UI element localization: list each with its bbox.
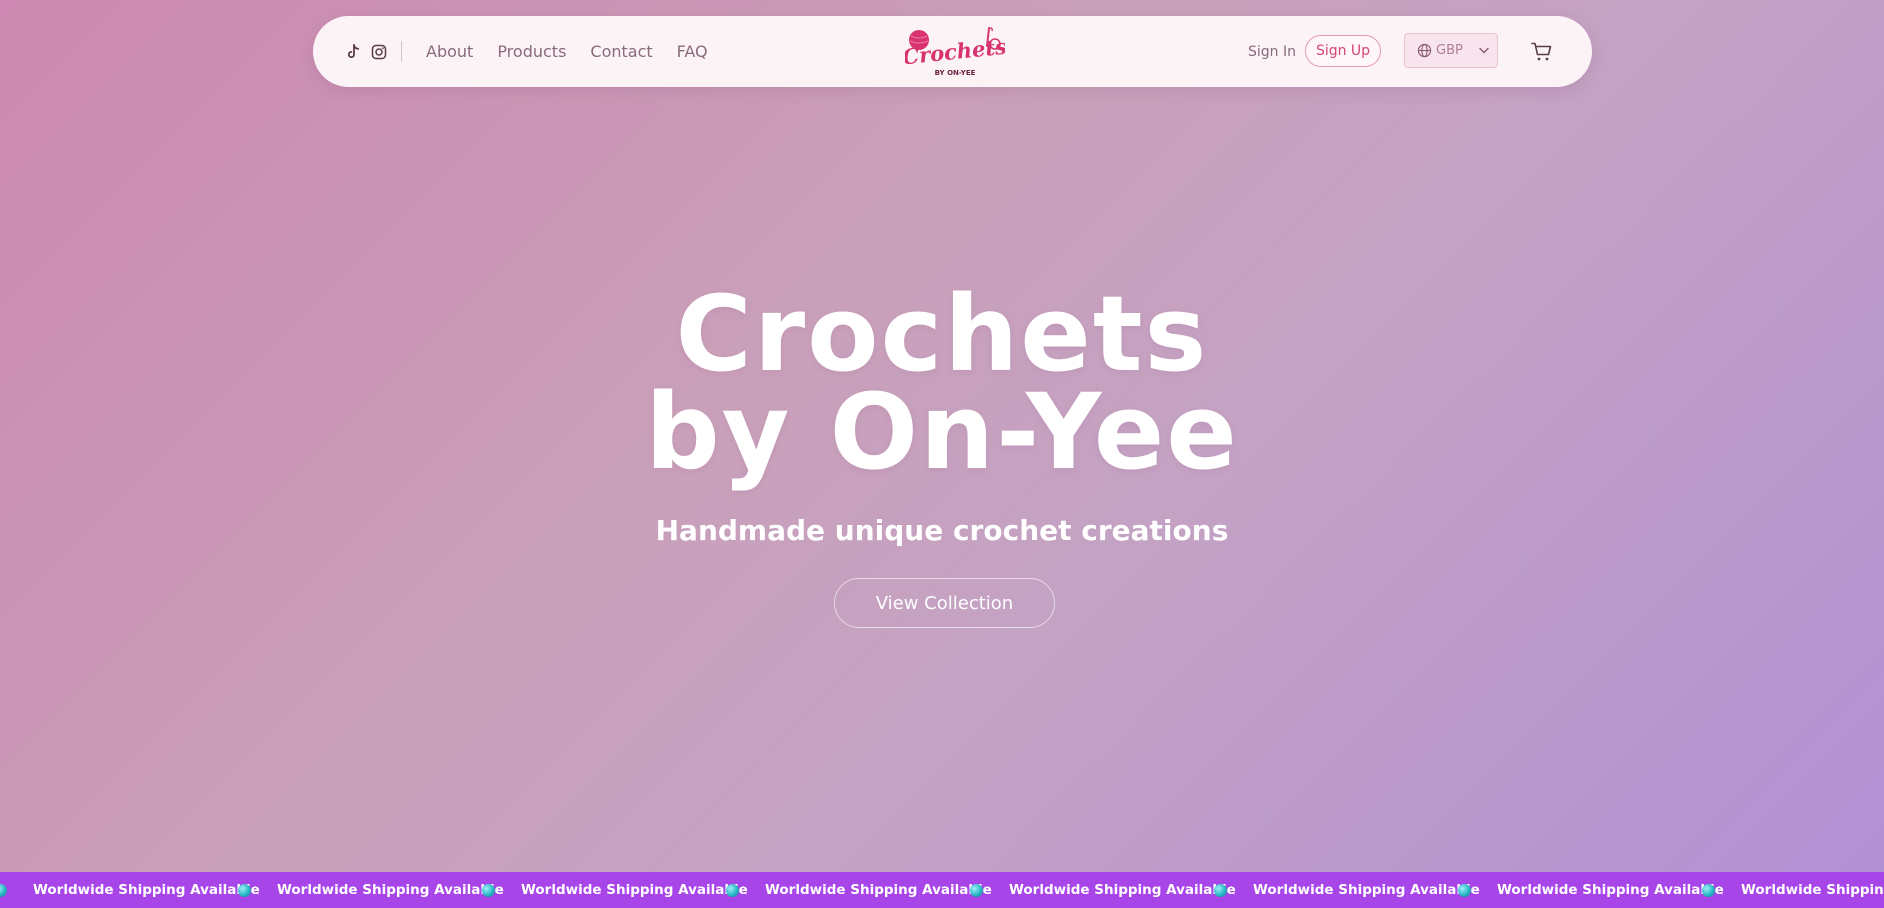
hero-title-line-2: by On-Yee — [645, 371, 1239, 493]
marquee-text: Worldwide Shipping Available — [277, 882, 504, 898]
nav-link-products[interactable]: Products — [497, 42, 566, 61]
instagram-icon[interactable] — [371, 44, 387, 60]
nav-link-about[interactable]: About — [426, 42, 473, 61]
hero-title-line-1: Crochets — [675, 273, 1209, 395]
marquee-text: Worldwide Shipping Available — [765, 882, 992, 898]
marquee-item: Worldwide Shipping Available — [970, 882, 1236, 898]
globe-icon — [1417, 43, 1432, 58]
nav-divider — [401, 41, 402, 62]
globe-icon — [970, 883, 983, 897]
marquee-item: Worldwide Shipping Available — [726, 882, 992, 898]
nav-link-faq[interactable]: FAQ — [677, 42, 708, 61]
marquee-track: Worldwide Shipping Available Worldwide Sh… — [0, 882, 1884, 898]
globe-icon — [1458, 883, 1471, 897]
view-collection-button[interactable]: View Collection — [834, 578, 1055, 628]
marquee-item: Worldwide Shipping Available — [1702, 882, 1884, 898]
marquee-text: Worldwide Shipping Available — [1253, 882, 1480, 898]
social-links — [345, 16, 387, 87]
sign-up-button[interactable]: Sign Up — [1305, 35, 1381, 67]
marquee-text: Worldwide Shipping Available — [521, 882, 748, 898]
logo-tagline: BY ON-YEE — [935, 69, 976, 77]
marquee-item: Worldwide Shipping Available — [0, 882, 260, 898]
top-navigation: About Products Contact FAQ Crochets BY O… — [313, 16, 1592, 87]
globe-icon — [0, 883, 7, 897]
hero-subtitle: Handmade unique crochet creations — [655, 514, 1229, 547]
marquee-item: Worldwide Shipping Available — [1458, 882, 1724, 898]
marquee-item: Worldwide Shipping Available — [1214, 882, 1480, 898]
globe-icon — [1214, 883, 1227, 897]
marquee-text: Worldwide Shipping Available — [1497, 882, 1724, 898]
tiktok-icon[interactable] — [345, 43, 361, 60]
marquee-text: Worldwide Shipping Available — [1009, 882, 1236, 898]
globe-icon — [482, 883, 495, 897]
currency-select[interactable]: GBP — [1404, 33, 1498, 68]
sign-in-link[interactable]: Sign In — [1248, 16, 1296, 87]
marquee-item: Worldwide Shipping Available — [238, 882, 504, 898]
marquee-text: Worldwide Shipping Available — [1741, 882, 1884, 898]
globe-icon — [238, 883, 251, 897]
brand-logo[interactable]: Crochets BY ON-YEE — [901, 26, 1008, 78]
currency-value: GBP — [1436, 43, 1463, 58]
cart-icon[interactable] — [1531, 42, 1553, 62]
hero-title: Crochets by On-Yee — [0, 273, 1884, 493]
nav-link-contact[interactable]: Contact — [590, 42, 652, 61]
chevron-down-icon — [1479, 47, 1489, 54]
globe-icon — [726, 883, 739, 897]
shipping-marquee: Worldwide Shipping Available Worldwide Sh… — [0, 872, 1884, 908]
marquee-text: Worldwide Shipping Available — [33, 882, 260, 898]
nav-links: About Products Contact FAQ — [426, 16, 708, 87]
globe-icon — [1702, 883, 1715, 897]
marquee-item: Worldwide Shipping Available — [482, 882, 748, 898]
